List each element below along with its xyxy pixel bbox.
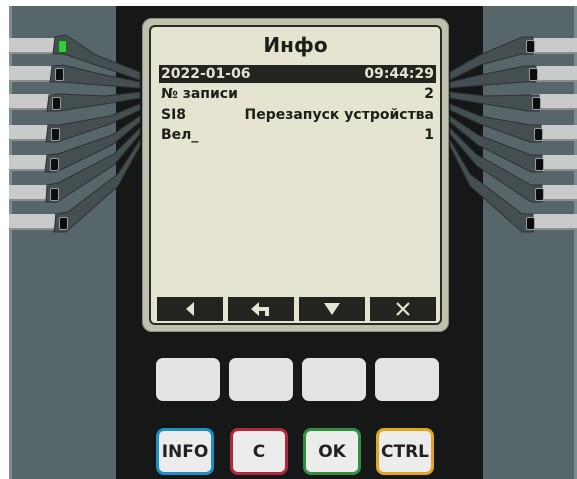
left-arrow-icon xyxy=(186,302,194,316)
softkey-cancel[interactable] xyxy=(370,297,436,321)
function-button-4[interactable] xyxy=(375,358,439,401)
led-indicator-icon xyxy=(526,40,535,53)
event-date: 2022-01-06 xyxy=(161,66,251,82)
value-label: Вел_ xyxy=(161,127,199,143)
event-row-record-number: № записи 2 xyxy=(159,85,436,103)
led-indicator-icon xyxy=(532,97,541,110)
function-button-1[interactable] xyxy=(156,358,220,401)
softkey-back[interactable] xyxy=(157,297,223,321)
led-indicator-icon xyxy=(534,128,543,141)
led-indicator-icon xyxy=(526,217,535,230)
event-row-value: Вел_ 1 xyxy=(159,126,436,144)
value-number: 1 xyxy=(424,127,434,143)
down-arrow-icon xyxy=(324,303,340,315)
record-number-label: № записи xyxy=(161,86,238,102)
ok-button[interactable]: OK xyxy=(303,428,361,475)
event-row-signal: SI8 Перезапуск устройства xyxy=(159,106,436,124)
event-time: 09:44:29 xyxy=(364,66,434,82)
led-indicator-icon xyxy=(529,68,538,81)
led-indicator-icon xyxy=(535,188,544,201)
function-button-3[interactable] xyxy=(302,358,366,401)
close-x-icon xyxy=(396,302,410,316)
enter-return-icon xyxy=(251,302,269,316)
signal-description: Перезапуск устройства xyxy=(244,107,435,123)
led-indicator-icon xyxy=(535,158,544,171)
event-row-timestamp[interactable]: 2022-01-06 09:44:29 xyxy=(159,65,436,83)
function-button-2[interactable] xyxy=(229,358,293,401)
clear-button[interactable]: C xyxy=(230,428,288,475)
record-number-value: 2 xyxy=(424,86,434,102)
softkey-down[interactable] xyxy=(299,297,365,321)
softkey-enter[interactable] xyxy=(228,297,294,321)
screen-title: Инфо xyxy=(263,33,328,57)
signal-name: SI8 xyxy=(161,107,187,123)
ctrl-button[interactable]: CTRL xyxy=(376,428,434,475)
info-button[interactable]: INFO xyxy=(156,428,214,475)
